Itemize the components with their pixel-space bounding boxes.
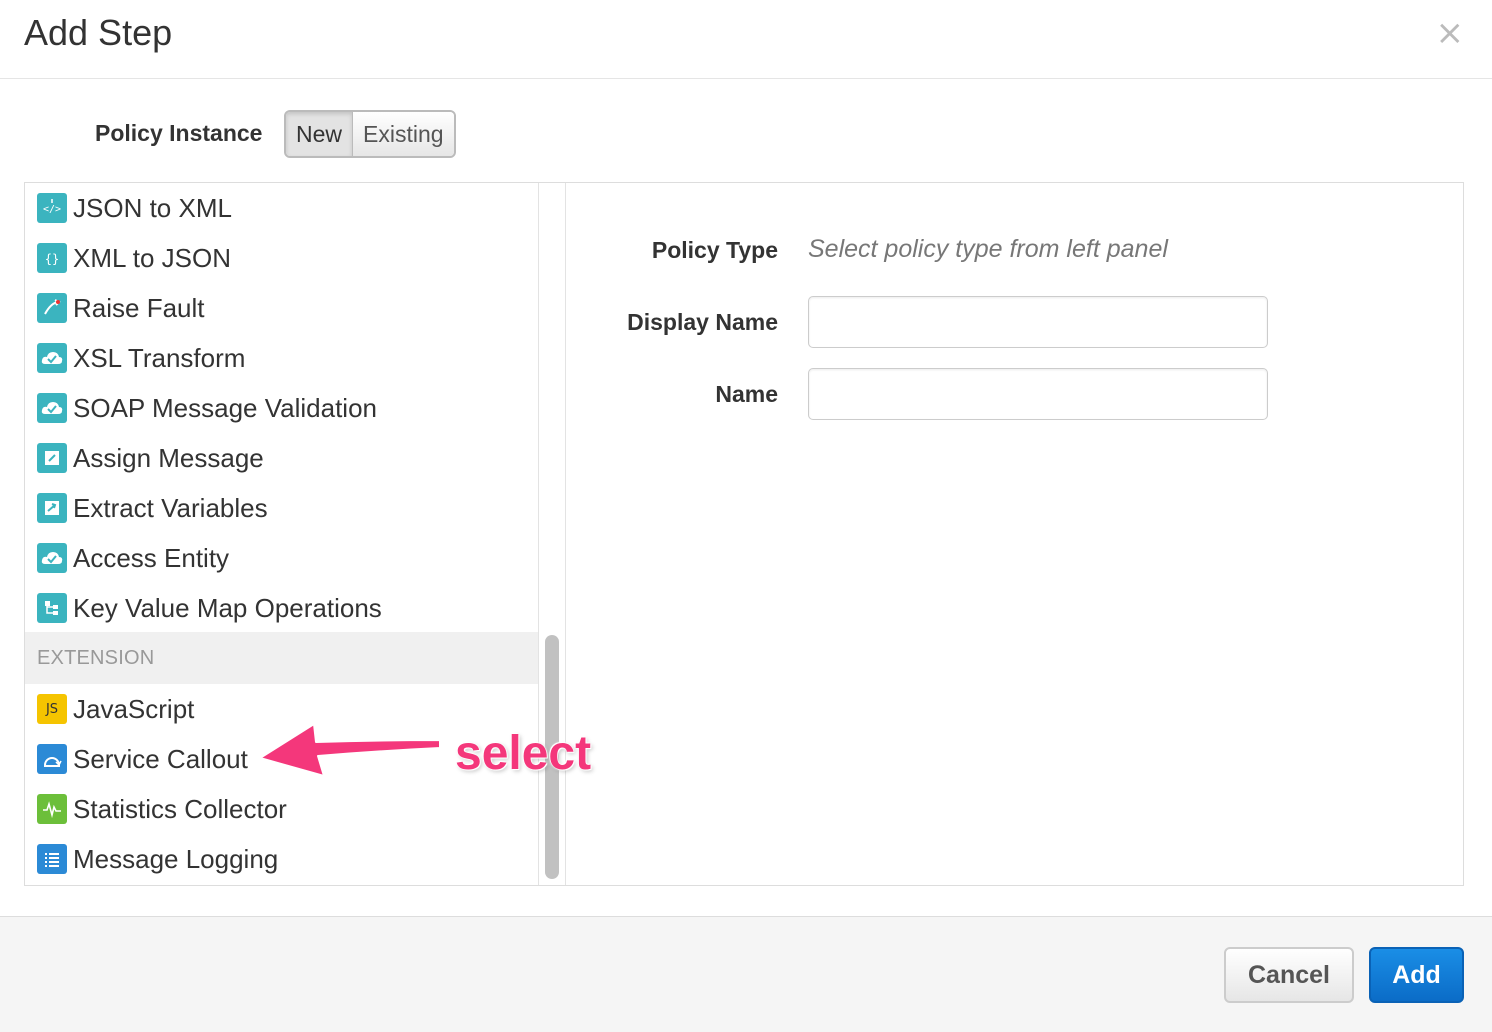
list-item-label: JavaScript <box>73 693 195 724</box>
policy-instance-label: Policy Instance <box>95 120 263 146</box>
list-item-extract-variables[interactable]: Extract Variables <box>25 483 538 533</box>
list-item-label: XML to JSON <box>73 242 231 273</box>
list-item-label: JSON to XML <box>73 192 232 223</box>
list-item-message-logging[interactable]: Message Logging <box>25 834 538 884</box>
list-item-label: Access Entity <box>73 542 230 573</box>
policy-type-label: Policy Type <box>651 237 778 263</box>
cancel-button[interactable]: Cancel <box>1224 947 1354 1003</box>
list-item-label: Message Logging <box>73 843 279 874</box>
list-item-label: SOAP Message Validation <box>73 392 377 423</box>
list-item-label: XSL Transform <box>73 342 246 373</box>
close-icon[interactable]: × <box>1436 16 1465 50</box>
dialog-header: Add Step × <box>0 0 1492 79</box>
existing-button[interactable]: Existing <box>352 112 454 156</box>
add-step-dialog: Add Step × Policy Instance New Existing … <box>0 0 1492 1032</box>
list-item-soap-message-validation[interactable]: SOAP Message Validation <box>25 383 538 433</box>
list-item-raise-fault[interactable]: Raise Fault <box>25 283 538 333</box>
xml-to-json-icon: {} <box>37 243 67 273</box>
annotation-label: select <box>455 727 592 780</box>
section-header-extension: EXTENSION <box>25 632 538 684</box>
policy-instance-toggle: New Existing <box>284 110 456 158</box>
cloud-check-icon <box>37 543 67 573</box>
dialog-title: Add Step <box>24 12 173 53</box>
cloud-check-icon <box>37 343 67 373</box>
list-item-label: Extract Variables <box>73 492 268 523</box>
pencil-icon <box>37 443 67 473</box>
list-item-assign-message[interactable]: Assign Message <box>25 433 538 483</box>
display-name-label: Display Name <box>627 309 778 335</box>
annotation-arrow <box>259 723 441 777</box>
list-item-label: Raise Fault <box>73 292 205 323</box>
list-item-xsl-transform[interactable]: XSL Transform <box>25 333 538 383</box>
list-item-label: Assign Message <box>73 442 264 473</box>
list-item-label: Service Callout <box>73 743 248 774</box>
name-field[interactable] <box>808 368 1268 420</box>
javascript-icon-text: JS <box>45 701 59 717</box>
policy-type-value: Select policy type from left panel <box>808 235 1168 263</box>
statistics-icon <box>37 794 67 824</box>
extract-icon <box>37 493 67 523</box>
raise-fault-icon <box>37 293 67 323</box>
service-callout-icon <box>37 744 67 774</box>
section-label: EXTENSION <box>37 646 155 669</box>
javascript-icon: JS <box>37 694 67 724</box>
display-name-field[interactable] <box>808 296 1268 348</box>
list-item-json-to-xml[interactable]: </> JSON to XML <box>25 183 538 233</box>
svg-text:{}: {} <box>45 252 59 266</box>
list-item-access-entity[interactable]: Access Entity <box>25 533 538 583</box>
policy-panels: </> JSON to XML {} XML to JSON Raise Fau… <box>24 182 1464 886</box>
policy-details-panel: Policy Type Select policy type from left… <box>566 183 1463 885</box>
cloud-check-icon <box>37 393 67 423</box>
dialog-footer: Cancel Add <box>0 916 1492 1032</box>
name-label: Name <box>715 381 778 407</box>
add-button[interactable]: Add <box>1369 947 1464 1003</box>
list-item-label: Statistics Collector <box>73 793 287 824</box>
list-item-label: Key Value Map Operations <box>73 592 382 623</box>
json-to-xml-icon: </> <box>37 193 67 223</box>
message-logging-icon <box>37 844 67 874</box>
list-item-xml-to-json[interactable]: {} XML to JSON <box>25 233 538 283</box>
new-button[interactable]: New <box>286 112 353 156</box>
svg-text:</>: </> <box>43 204 61 215</box>
list-item-key-value-map-operations[interactable]: Key Value Map Operations <box>25 583 538 633</box>
kvm-icon <box>37 593 67 623</box>
